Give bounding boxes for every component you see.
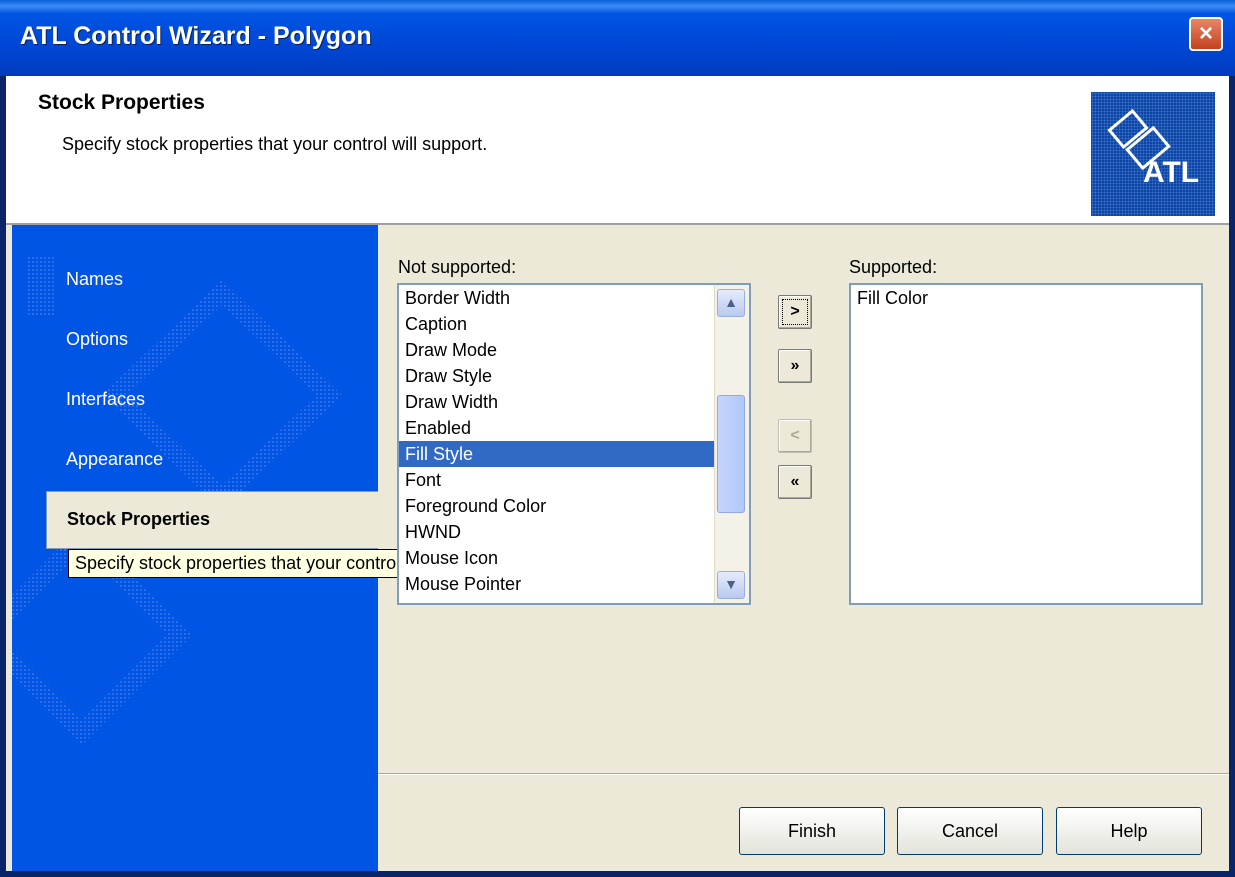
- not-supported-list-item[interactable]: Enabled: [399, 415, 749, 441]
- page-title: Stock Properties: [38, 91, 205, 114]
- sidebar-item-label: Stock Properties: [67, 509, 211, 529]
- sidebar-item-stock-properties[interactable]: Stock Properties: [46, 491, 378, 549]
- not-supported-label: Not supported:: [398, 257, 517, 277]
- sidebar-item-appearance[interactable]: Appearance: [66, 449, 163, 470]
- not-supported-list-item[interactable]: Border Width: [399, 285, 749, 311]
- header-panel: Stock Properties Specify stock propertie…: [6, 76, 1229, 225]
- close-icon: ×: [1198, 20, 1213, 47]
- not-supported-list-item[interactable]: HWND: [399, 519, 749, 545]
- not-supported-listbox[interactable]: Border Width Caption Draw Mode Draw Style Dr…: [397, 283, 751, 605]
- sidebar-item-names[interactable]: Names: [66, 269, 123, 290]
- window-title: ATL Control Wizard - Polygon: [20, 22, 372, 50]
- not-supported-scrollbar[interactable]: ▲ ▼: [714, 285, 749, 603]
- not-supported-list-item[interactable]: Font: [399, 467, 749, 493]
- wizard-window: ATL Control Wizard - Polygon × Stock Pro…: [0, 0, 1235, 877]
- supported-items: Fill Color: [851, 285, 1201, 311]
- atl-logo-icon: ATL: [1107, 108, 1199, 189]
- supported-listbox[interactable]: Fill Color: [849, 283, 1203, 605]
- not-supported-items: Border Width Caption Draw Mode Draw Style Dr…: [399, 285, 749, 597]
- button-separator: [378, 773, 1229, 775]
- remove-all-button[interactable]: «: [778, 465, 812, 499]
- help-button[interactable]: Help: [1056, 807, 1202, 855]
- not-supported-list-item[interactable]: Draw Width: [399, 389, 749, 415]
- scroll-down-icon[interactable]: ▼: [717, 571, 745, 599]
- sidebar-item-interfaces[interactable]: Interfaces: [66, 389, 145, 410]
- title-bar: ATL Control Wizard - Polygon ×: [0, 0, 1235, 76]
- not-supported-list-item[interactable]: Mouse Icon: [399, 545, 749, 571]
- cancel-button[interactable]: Cancel: [897, 807, 1043, 855]
- wizard-sidebar: Names Options Interfaces Appearance Stoc…: [12, 225, 378, 871]
- not-supported-list-item[interactable]: Fill Style: [399, 441, 749, 467]
- finish-button[interactable]: Finish: [739, 807, 885, 855]
- add-button[interactable]: >: [778, 295, 812, 329]
- close-button[interactable]: ×: [1189, 17, 1223, 51]
- dialog-body: Stock Properties Specify stock propertie…: [6, 76, 1229, 871]
- remove-button[interactable]: <: [778, 419, 812, 453]
- sidebar-item-options[interactable]: Options: [66, 329, 128, 350]
- not-supported-list-item[interactable]: Caption: [399, 311, 749, 337]
- not-supported-list-item[interactable]: Draw Style: [399, 363, 749, 389]
- scroll-thumb[interactable]: [717, 395, 745, 513]
- add-all-button[interactable]: »: [778, 349, 812, 383]
- scroll-up-icon[interactable]: ▲: [717, 289, 745, 317]
- not-supported-list-item[interactable]: Mouse Pointer: [399, 571, 749, 597]
- svg-text:ATL: ATL: [1143, 156, 1199, 189]
- atl-logo: ATL: [1091, 92, 1215, 216]
- not-supported-list-item[interactable]: Foreground Color: [399, 493, 749, 519]
- not-supported-list-item[interactable]: Draw Mode: [399, 337, 749, 363]
- page-subtitle: Specify stock properties that your contr…: [62, 134, 488, 154]
- supported-label: Supported:: [849, 257, 938, 277]
- supported-list-item[interactable]: Fill Color: [851, 285, 1201, 311]
